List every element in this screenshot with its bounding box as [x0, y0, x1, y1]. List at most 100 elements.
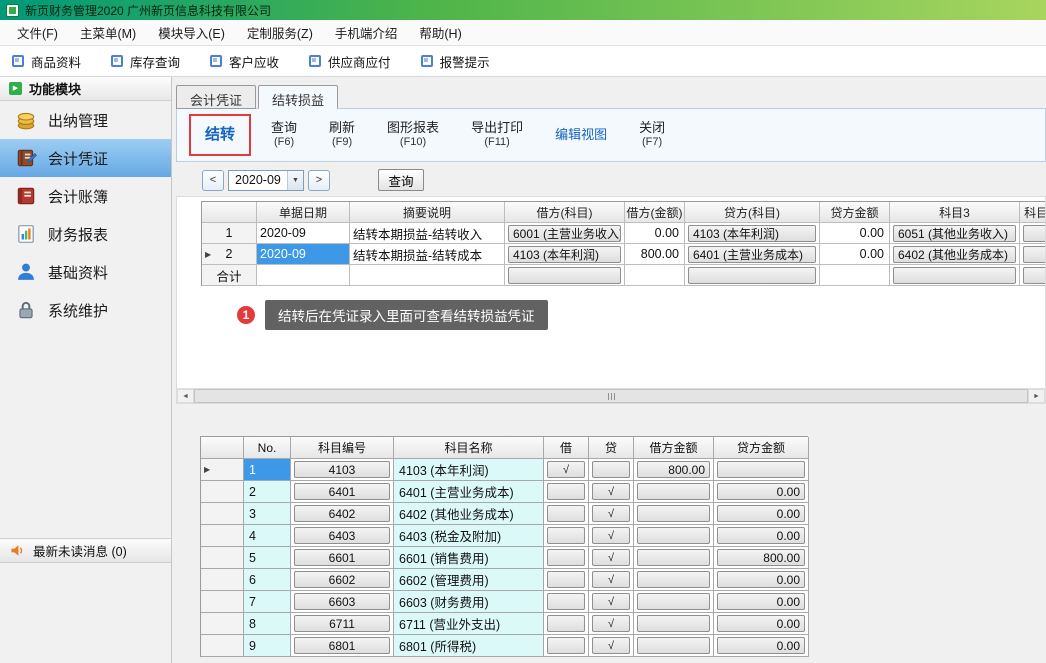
cell-credit-check[interactable]: √ [589, 613, 634, 635]
cell-debit-subject[interactable] [505, 265, 625, 286]
sidebar-header[interactable]: 功能模块 [0, 77, 171, 101]
cell-debit-amount[interactable] [634, 525, 714, 547]
credit-checkmark[interactable]: √ [592, 593, 630, 610]
sidebar-item-cashier-management[interactable]: 出纳管理 [0, 101, 171, 139]
debit-checkmark[interactable] [547, 615, 585, 632]
credit-checkmark[interactable]: √ [592, 483, 630, 500]
subject3-overflow-button[interactable] [1023, 225, 1046, 242]
cell-summary[interactable]: 结转本期损益-结转收入 [350, 223, 505, 244]
cell-subject-name[interactable]: 6801 (所得税) [394, 635, 544, 657]
debit-checkmark[interactable] [547, 549, 585, 566]
cell-credit-check[interactable]: √ [589, 635, 634, 657]
cell-credit-amount[interactable]: 0.00 [714, 591, 809, 613]
cell-debit-amount[interactable] [634, 569, 714, 591]
credit-checkmark[interactable]: √ [592, 637, 630, 654]
sidebar-item-financial-reports[interactable]: 财务报表 [0, 215, 171, 253]
horizontal-scrollbar[interactable] [177, 388, 1045, 403]
cell-credit-amount[interactable]: 0.00 [714, 481, 809, 503]
subject3-overflow-button[interactable] [1023, 246, 1046, 263]
cell-debit-subject[interactable]: 4103 (本年利润) [505, 244, 625, 265]
debit-checkmark[interactable] [547, 505, 585, 522]
cell-debit-check[interactable] [544, 591, 589, 613]
cell-subject3[interactable] [890, 265, 1020, 286]
cell-credit-subject[interactable] [685, 265, 820, 286]
cell-debit-check[interactable] [544, 569, 589, 591]
cell-credit-check[interactable] [589, 459, 634, 481]
row-indicator[interactable]: 1 [202, 223, 257, 244]
cell-credit-amount[interactable]: 0.00 [820, 244, 890, 265]
row-indicator[interactable]: ▶2 [202, 244, 257, 265]
subject-code-button[interactable]: 6603 [294, 593, 390, 610]
cell-subject-code[interactable]: 6801 [291, 635, 394, 657]
cell-credit-amount[interactable] [714, 459, 809, 481]
cell-subject-name[interactable]: 6402 (其他业务成本) [394, 503, 544, 525]
cell-no[interactable]: 7 [244, 591, 291, 613]
row-indicator[interactable] [201, 503, 244, 525]
row-indicator[interactable] [201, 525, 244, 547]
cell-credit-amount[interactable]: 800.00 [714, 547, 809, 569]
menu-mobile-intro[interactable]: 手机端介绍 [324, 19, 409, 46]
credit-amount-value[interactable]: 800.00 [717, 549, 805, 566]
cell-credit-amount[interactable]: 0.00 [820, 223, 890, 244]
cell-credit-amount[interactable]: 0.00 [714, 525, 809, 547]
cell-subject-name[interactable]: 6403 (税金及附加) [394, 525, 544, 547]
cell-subject-name[interactable]: 6601 (销售费用) [394, 547, 544, 569]
cell-credit-check[interactable]: √ [589, 481, 634, 503]
credit-checkmark[interactable]: √ [592, 505, 630, 522]
cell-debit-amount[interactable]: 0.00 [625, 223, 685, 244]
query-button[interactable]: 查询(F6) [259, 116, 309, 154]
cell-subject-code[interactable]: 4103 [291, 459, 394, 481]
credit-amount-value[interactable]: 0.00 [717, 483, 805, 500]
subject3-button[interactable]: 6051 (其他业务收入) [893, 225, 1016, 242]
quick-goods-data[interactable]: 商品资料 [12, 52, 81, 71]
cell-debit-check[interactable] [544, 635, 589, 657]
cell-document-date[interactable]: 2020-09 [257, 223, 350, 244]
row-indicator[interactable] [201, 569, 244, 591]
cell-no[interactable]: 2 [244, 481, 291, 503]
debit-amount-value[interactable] [637, 549, 710, 566]
subject-code-button[interactable]: 6602 [294, 571, 390, 588]
sidebar-item-system-maintenance[interactable]: 系统维护 [0, 291, 171, 329]
cell-subject3-overflow[interactable] [1020, 244, 1046, 265]
cell-subject3[interactable]: 6051 (其他业务收入) [890, 223, 1020, 244]
cell-credit-amount[interactable] [820, 265, 890, 286]
quick-customer-receivable[interactable]: 客户应收 [210, 52, 279, 71]
cell-no[interactable]: 4 [244, 525, 291, 547]
period-query-button[interactable]: 查询 [378, 169, 424, 191]
debit-checkmark[interactable] [547, 637, 585, 654]
cell-debit-check[interactable] [544, 525, 589, 547]
credit-amount-value[interactable]: 0.00 [717, 593, 805, 610]
credit-subject-button[interactable]: 6401 (主营业务成本) [688, 246, 816, 263]
row-indicator[interactable] [201, 547, 244, 569]
period-dropdown[interactable]: 2020-09 [228, 170, 304, 191]
cell-document-date[interactable] [257, 265, 350, 286]
debit-checkmark[interactable] [547, 483, 585, 500]
quick-alarm-reminder[interactable]: 报警提示 [421, 52, 490, 71]
sidebar-item-accounting-voucher[interactable]: 会计凭证 [0, 139, 171, 177]
subject-code-button[interactable]: 6403 [294, 527, 390, 544]
cell-debit-amount[interactable] [634, 503, 714, 525]
cell-subject3-overflow[interactable] [1020, 223, 1046, 244]
cell-debit-amount[interactable]: 800.00 [634, 459, 714, 481]
credit-checkmark[interactable]: √ [592, 615, 630, 632]
cell-subject-code[interactable]: 6403 [291, 525, 394, 547]
cell-credit-subject[interactable]: 4103 (本年利润) [685, 223, 820, 244]
cell-subject-code[interactable]: 6401 [291, 481, 394, 503]
row-indicator[interactable]: 合计 [202, 265, 257, 286]
cell-debit-amount[interactable]: 800.00 [625, 244, 685, 265]
cell-subject-name[interactable]: 6602 (管理费用) [394, 569, 544, 591]
cell-credit-amount[interactable]: 0.00 [714, 503, 809, 525]
cell-no[interactable]: 6 [244, 569, 291, 591]
menu-help[interactable]: 帮助(H) [408, 19, 472, 46]
cell-no[interactable]: 8 [244, 613, 291, 635]
credit-checkmark[interactable]: √ [592, 549, 630, 566]
subject-code-button[interactable]: 6801 [294, 637, 390, 654]
credit-subject-button[interactable]: 4103 (本年利润) [688, 225, 816, 242]
row-indicator[interactable] [201, 481, 244, 503]
subject-code-button[interactable]: 6402 [294, 505, 390, 522]
subject-code-button[interactable]: 4103 [294, 461, 390, 478]
close-button[interactable]: 关闭(F7) [627, 116, 677, 154]
debit-amount-value[interactable] [637, 571, 710, 588]
credit-checkmark[interactable]: √ [592, 527, 630, 544]
menu-custom-service[interactable]: 定制服务(Z) [236, 19, 324, 46]
